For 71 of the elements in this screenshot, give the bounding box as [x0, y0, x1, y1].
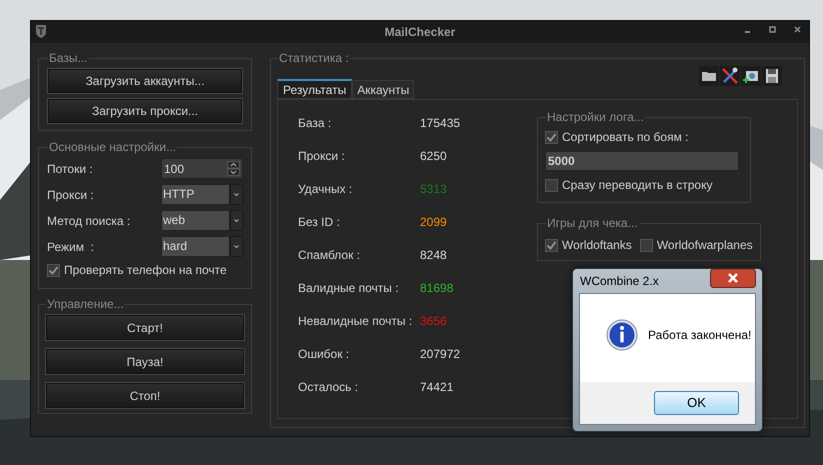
stat-label: Без ID :	[298, 214, 341, 231]
group-title: Игры для чека...	[546, 216, 639, 230]
dialog-message: Работа закончена!	[648, 327, 752, 344]
save-icon[interactable]	[762, 66, 782, 86]
dropdown[interactable]: hard	[161, 236, 243, 257]
group-title: Статистика :	[278, 51, 350, 65]
field-label: Прокси :	[47, 186, 95, 204]
field-label: Потоки :	[47, 160, 94, 178]
tab[interactable]: Аккаунты	[352, 80, 414, 99]
maximize-icon[interactable]	[769, 26, 776, 33]
spinner-value: 100	[164, 160, 186, 178]
chevron-down-icon[interactable]	[230, 184, 243, 205]
folder-icon[interactable]	[699, 66, 719, 86]
checkbox[interactable]	[47, 264, 60, 276]
checkbox[interactable]	[545, 178, 558, 192]
dropdown-value: hard	[161, 236, 230, 257]
field-label: Метод поиска :	[47, 212, 132, 230]
stat-label: Невалидные почты :	[298, 313, 414, 330]
button[interactable]: Загрузить прокси...	[47, 98, 243, 124]
stat-label: Спамблок :	[298, 247, 362, 264]
stat-value: 207972	[420, 346, 460, 363]
stat-label: Прокси :	[298, 148, 346, 165]
button[interactable]: Пауза!	[45, 348, 245, 375]
stat-label: Удачных :	[298, 181, 354, 198]
group-title: Базы...	[48, 51, 89, 65]
stat-label: Ошибок :	[298, 346, 350, 363]
stat-value: 5313	[420, 181, 447, 198]
dropdown[interactable]: web	[161, 210, 243, 231]
checkbox[interactable]	[545, 238, 558, 252]
close-icon[interactable]	[710, 269, 756, 288]
dropdown[interactable]: HTTP	[161, 184, 243, 205]
ok-button[interactable]: OK	[654, 391, 739, 415]
number-spinner[interactable]: 100	[161, 158, 243, 179]
stat-label: Осталось :	[298, 379, 360, 396]
stat-value: 175435	[420, 115, 460, 132]
dialog-title: WCombine 2.x	[579, 273, 659, 290]
stat-label: Валидные почты :	[298, 280, 400, 297]
checkbox[interactable]	[545, 130, 558, 144]
dropdown-value: HTTP	[161, 184, 230, 205]
group-title: Настройки лога...	[546, 110, 645, 124]
checkbox-label: Worldoftanks	[562, 237, 632, 254]
window-title: MailChecker	[384, 24, 456, 41]
group-title: Основные настройки...	[48, 140, 178, 154]
button[interactable]: Стоп!	[45, 382, 245, 409]
shield-icon	[35, 24, 47, 39]
stat-value: 6250	[420, 148, 447, 165]
stat-value: 2099	[420, 214, 447, 231]
button[interactable]: Старт!	[45, 314, 245, 341]
group-title: Управление...	[46, 297, 125, 311]
number-field[interactable]: 5000	[545, 151, 739, 171]
button[interactable]: Загрузить аккаунты...	[47, 68, 243, 94]
checkbox-label: Проверять телефон на почте	[64, 262, 227, 279]
close-icon[interactable]	[794, 26, 801, 33]
checkbox-label: Сортировать по боям :	[562, 129, 688, 146]
stat-value: 3656	[420, 313, 447, 330]
tools-icon[interactable]	[720, 66, 740, 86]
spin-arrows-icon[interactable]	[227, 161, 240, 176]
tab[interactable]: Результаты	[277, 79, 352, 99]
add-camera-icon[interactable]	[741, 66, 761, 86]
chevron-down-icon[interactable]	[230, 236, 243, 257]
dropdown-value: web	[161, 210, 230, 231]
chevron-down-icon[interactable]	[230, 210, 243, 231]
stat-label: База :	[298, 115, 332, 132]
info-icon	[606, 319, 638, 351]
field-label: Режим :	[47, 238, 95, 256]
checkbox[interactable]	[640, 238, 653, 252]
checkbox-label: Worldofwarplanes	[656, 237, 753, 254]
stat-value: 74421	[420, 379, 454, 396]
stat-value: 8248	[420, 247, 447, 264]
checkbox-label: Сразу переводить в строку	[562, 177, 712, 194]
stat-value: 81698	[420, 280, 454, 297]
